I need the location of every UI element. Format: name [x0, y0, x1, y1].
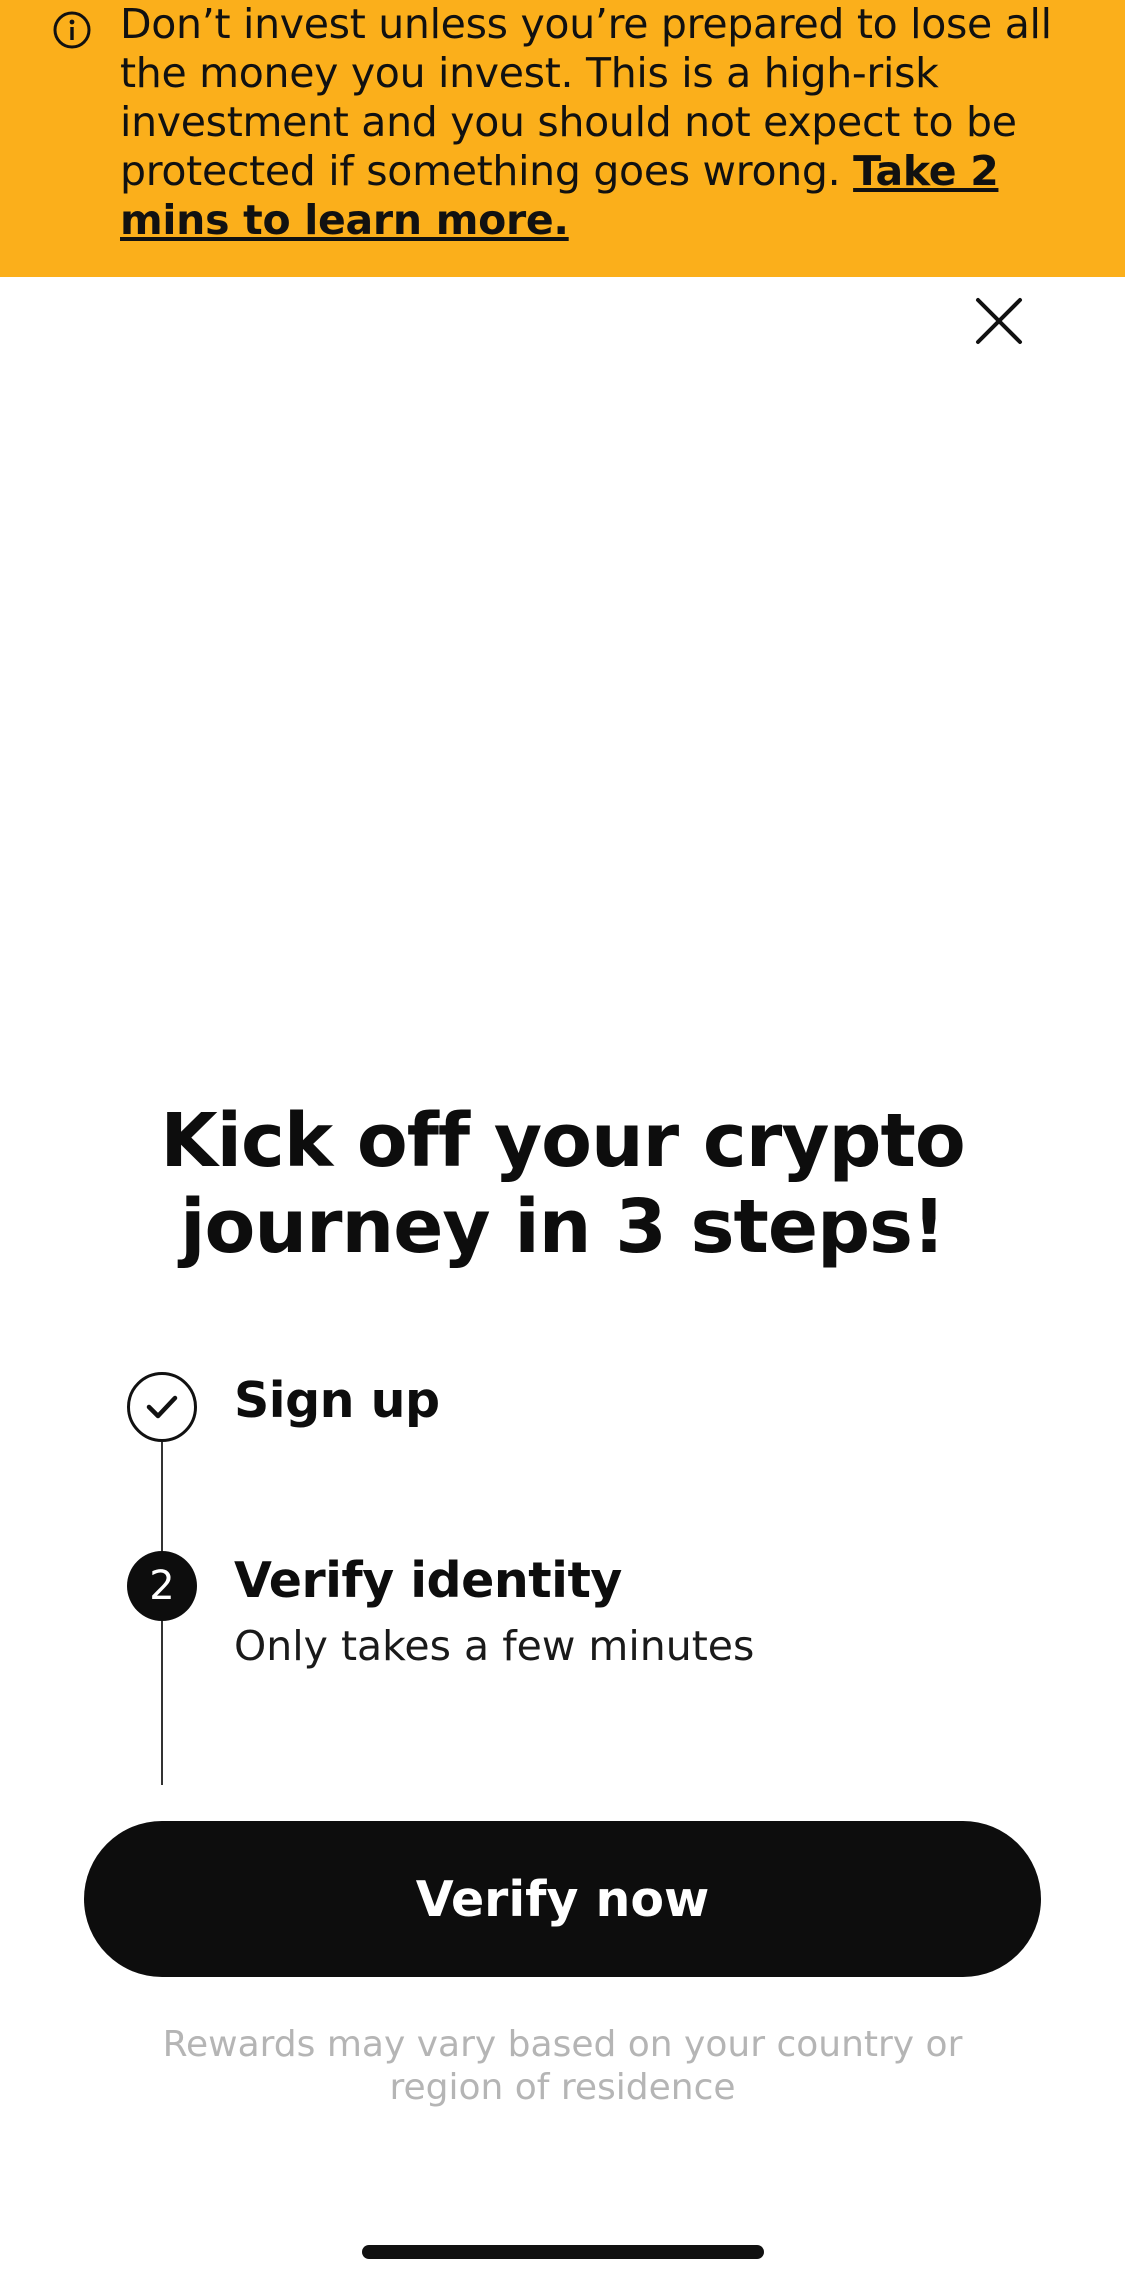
close-icon — [976, 298, 1022, 344]
page-title-line-1: Kick off your crypto — [160, 1098, 965, 1184]
step-2-marker: 2 — [127, 1551, 197, 1621]
page-title-line-2: journey in 3 steps! — [180, 1184, 946, 1270]
step-1-marker — [127, 1372, 197, 1442]
risk-warning-text: Don’t invest unless you’re prepared to l… — [120, 0, 1080, 245]
step-2-number: 2 — [149, 1563, 175, 1609]
verify-now-button[interactable]: Verify now — [84, 1821, 1041, 1977]
step-2-title: Verify identity — [234, 1552, 622, 1609]
home-indicator[interactable] — [362, 2245, 764, 2259]
timeline-connector — [161, 1442, 163, 1551]
check-icon — [146, 1395, 178, 1419]
step-2-subtitle: Only takes a few minutes — [234, 1622, 755, 1670]
page-title: Kick off your crypto journey in 3 steps! — [100, 1098, 1025, 1270]
risk-warning-banner: Don’t invest unless you’re prepared to l… — [0, 0, 1125, 277]
step-1-title: Sign up — [234, 1372, 440, 1429]
rewards-disclaimer: Rewards may vary based on your country o… — [162, 2024, 963, 2108]
close-button[interactable] — [968, 290, 1030, 352]
info-icon — [53, 11, 91, 49]
timeline-connector — [161, 1621, 163, 1785]
